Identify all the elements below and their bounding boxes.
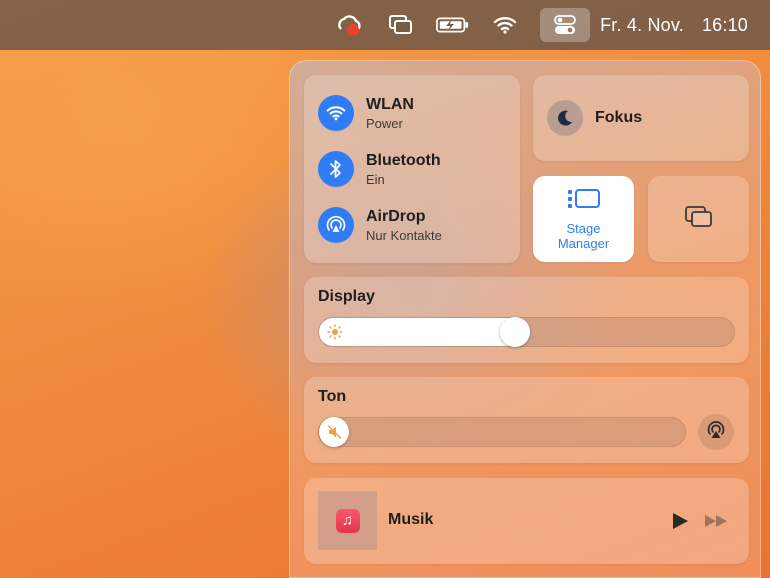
menu-bar: Fr. 4. Nov. 16:10 — [0, 0, 770, 50]
screen-mirroring-icon — [684, 205, 713, 233]
play-button[interactable] — [670, 511, 690, 536]
wifi-icon[interactable] — [488, 8, 522, 42]
bluetooth-title: Bluetooth — [366, 151, 441, 169]
focus-button[interactable]: Fokus — [533, 75, 749, 161]
bluetooth-icon — [318, 151, 354, 187]
display-module: Display — [304, 277, 749, 363]
bluetooth-subtitle: Ein — [366, 171, 385, 187]
now-playing-title: Musik — [388, 511, 434, 528]
stage-manager-icon — [567, 188, 601, 215]
menu-bar-date: Fr. 4. Nov. — [600, 14, 684, 35]
wlan-toggle[interactable]: WLAN Power — [318, 95, 414, 131]
control-center-icon[interactable] — [540, 8, 591, 42]
creative-cloud-icon[interactable] — [332, 8, 366, 42]
wlan-title: WLAN — [366, 95, 414, 113]
airdrop-toggle[interactable]: AirDrop Nur Kontakte — [318, 207, 442, 243]
play-icon — [673, 513, 688, 529]
brightness-fill — [319, 318, 530, 346]
screen-mirroring-button[interactable] — [648, 176, 749, 262]
sun-icon — [327, 324, 343, 340]
moon-icon — [547, 100, 583, 136]
stage-manager-label-line1: Stage — [566, 220, 601, 236]
album-art[interactable]: ♫ — [318, 491, 377, 550]
focus-label: Fokus — [595, 109, 643, 126]
wifi-icon — [318, 95, 354, 131]
display-title: Display — [318, 288, 375, 305]
brightness-slider-knob[interactable] — [500, 317, 530, 347]
airdrop-subtitle: Nur Kontakte — [366, 227, 442, 243]
connectivity-module: WLAN Power Bluetooth Ein AirDrop Nur Kon… — [304, 75, 520, 263]
control-center-panel: WLAN Power Bluetooth Ein AirDrop Nur Kon… — [289, 60, 761, 578]
stage-manager-label: Stage Manager — [558, 221, 609, 251]
stage-manager-label-line2: Manager — [557, 235, 610, 251]
airplay-audio-icon — [705, 419, 727, 446]
bluetooth-toggle[interactable]: Bluetooth Ein — [318, 151, 441, 187]
sound-title: Ton — [318, 388, 347, 405]
airdrop-title: AirDrop — [366, 207, 426, 225]
fast-forward-button[interactable] — [704, 513, 730, 534]
menu-bar-clock[interactable]: Fr. 4. Nov. 16:10 — [600, 15, 748, 36]
screen-mirroring-icon[interactable] — [384, 8, 418, 42]
volume-slider[interactable] — [318, 417, 686, 447]
brightness-slider[interactable] — [318, 317, 735, 347]
airplay-audio-button[interactable] — [698, 414, 734, 450]
wlan-subtitle: Power — [366, 115, 403, 131]
fast-forward-icon — [705, 515, 727, 527]
sound-module: Ton — [304, 377, 749, 463]
speaker-muted-icon — [327, 424, 343, 440]
stage-manager-button[interactable]: Stage Manager — [533, 176, 634, 262]
music-note-icon: ♫ — [335, 508, 360, 533]
battery-charging-icon[interactable] — [436, 8, 470, 42]
now-playing-module: ♫ Musik — [304, 478, 749, 564]
airdrop-icon — [318, 207, 354, 243]
menu-bar-time: 16:10 — [701, 14, 748, 35]
